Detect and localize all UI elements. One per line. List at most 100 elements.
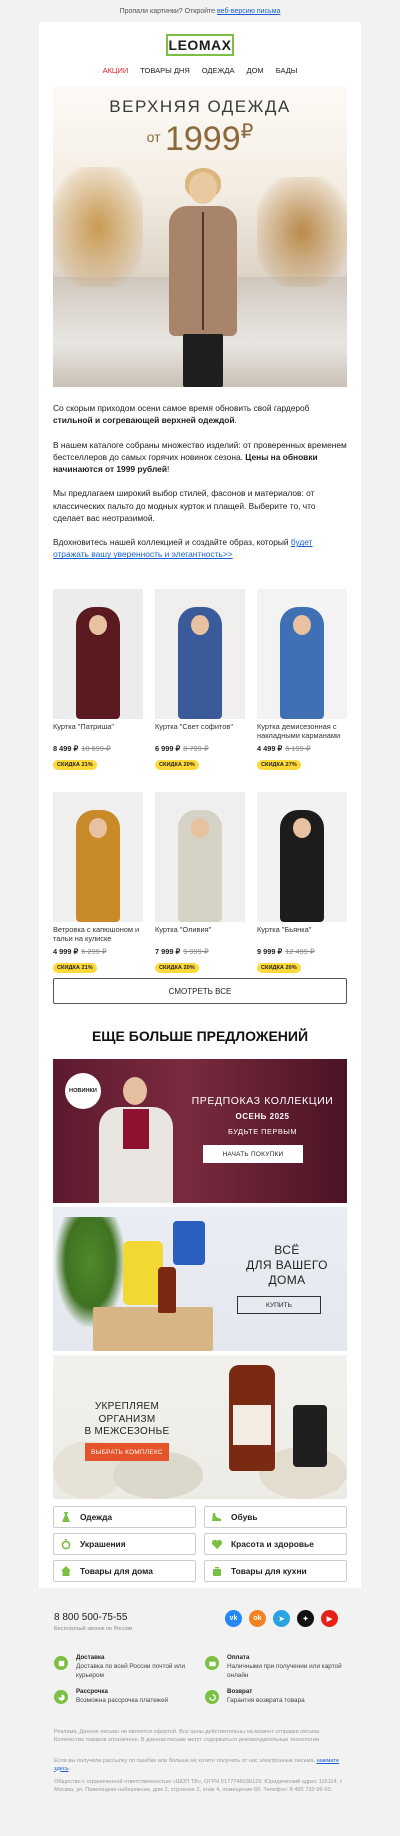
product-price: 9 999 ₽ [257,947,283,956]
product-prices: 4 499 ₽6 199 ₽ [257,744,347,753]
product-old-price: 6 199 ₽ [285,744,311,753]
show-all-button[interactable]: СМОТРЕТЬ ВСЕ [53,978,347,1004]
category-clothing[interactable]: Одежда [53,1506,196,1528]
hero-title: ВЕРХНЯЯ ОДЕЖДА [109,97,291,116]
phone-number[interactable]: 8 800 500-75-55 [54,1612,127,1623]
telegram-icon[interactable]: ➤ [273,1610,290,1627]
heart-icon [211,1539,223,1549]
category-beauty-health[interactable]: Красота и здоровье [204,1533,347,1555]
product-name[interactable]: Куртка "Бьянка" [257,925,347,945]
discount-badge: СКИДКА 20% [155,963,199,973]
collection-preview-banner[interactable]: НОВИНКИ ПРЕДПОКАЗ КОЛЛЕКЦИИ ОСЕНЬ 2025 Б… [53,1059,347,1203]
category-grid: Одежда Обувь Украшения Красота и здоровь… [53,1506,347,1582]
start-shopping-button[interactable]: НАЧАТЬ ПОКУПКИ [203,1145,303,1163]
choose-complex-button[interactable]: ВЫБРАТЬ КОМПЛЕКС [85,1443,169,1461]
discount-badge: СКИДКА 21% [53,760,97,770]
buy-button[interactable]: КУПИТЬ [237,1296,321,1314]
bottle-image [158,1267,176,1313]
discount-badge: СКИДКА 20% [257,963,301,973]
return-icon [205,1690,219,1704]
odnoklassniki-icon[interactable]: ok [249,1610,266,1627]
category-home-goods[interactable]: Товары для дома [53,1560,196,1582]
menu-item-supplements[interactable]: БАДЫ [276,66,298,75]
category-jewelry[interactable]: Украшения [53,1533,196,1555]
product-image[interactable] [257,792,347,922]
product-card[interactable]: Куртка "Оливия" 7 999 ₽9 999 ₽ СКИДКА 20… [155,792,245,974]
menu-item-clothing[interactable]: ОДЕЖДА [202,66,235,75]
intro-text: Со скорым приходом осени самое время обн… [53,402,349,573]
leomax-logo[interactable]: LEOMAX [166,34,234,56]
company-info: Общество с ограниченной ответственностью… [54,1779,343,1793]
service-info: Доставка Доставка по всей России почтой и… [54,1654,348,1706]
info-payment: Оплата Наличными при получении или картой… [205,1654,348,1680]
product-card[interactable]: Куртка "Бьянка" 9 999 ₽12 499 ₽ СКИДКА 2… [257,792,347,974]
detergent-pack-image [123,1241,163,1305]
product-prices: 7 999 ₽9 999 ₽ [155,947,245,956]
hero-banner[interactable]: ВЕРХНЯЯ ОДЕЖДА от 1999₽ [53,87,347,387]
hero-model-image [163,168,243,387]
product-figure [76,810,120,922]
product-figure [280,607,324,719]
product-card[interactable]: Куртка демисезонная с накладными кармана… [257,589,347,771]
discount-badge: СКИДКА 21% [53,963,97,973]
web-version-link[interactable]: веб-версию письма [217,8,280,15]
product-name[interactable]: Куртка "Оливия" [155,925,245,945]
new-arrivals-sticker: НОВИНКИ [65,1073,101,1109]
product-card[interactable]: Ветровка с капюшоном и тальи на кулиске … [53,792,143,974]
product-name[interactable]: Куртка демисезонная с накладными кармана… [257,722,347,742]
hero-price-value: 1999 [164,120,241,158]
footer: 8 800 500-75-55 Бесплатный звонок по Рос… [39,1588,361,1836]
product-name[interactable]: Куртка "Свет софитов" [155,722,245,742]
product-name[interactable]: Ветровка с капюшоном и тальи на кулиске [53,925,143,945]
shoe-icon [212,1513,221,1521]
product-card[interactable]: Куртка "Патриша" 8 499 ₽10 699 ₽ СКИДКА … [53,589,143,771]
youtube-icon[interactable]: ▶ [321,1610,338,1627]
product-price: 7 999 ₽ [155,947,181,956]
email-card: LEOMAX АКЦИИ ТОВАРЫ ДНЯ ОДЕЖДА ДОМ БАДЫ … [39,22,361,1640]
phone-note: Бесплатный звонок по России [54,1626,133,1632]
category-kitchen[interactable]: Товары для кухни [204,1560,347,1582]
product-figure [178,607,222,719]
home-goods-banner[interactable]: ВСЁ ДЛЯ ВАШЕГО ДОМА КУПИТЬ [53,1207,347,1351]
menu-item-home[interactable]: ДОМ [247,66,264,75]
hero-price-from: от [146,129,161,145]
category-shoes[interactable]: Обувь [204,1506,347,1528]
web-version-note: Пропали картинки? Откройте веб-версию пи… [0,0,400,22]
intro-paragraph-3: Мы предлагаем широкий выбор стилей, фасо… [53,488,316,523]
box-icon [54,1656,68,1670]
menu-item-deals[interactable]: ТОВАРЫ ДНЯ [140,66,189,75]
product-image[interactable] [53,589,143,719]
vk-icon[interactable]: vk [225,1610,242,1627]
banner2-title: ВСЁ ДЛЯ ВАШЕГО ДОМА [246,1243,328,1287]
unsubscribe-note: Если вы получили рассылку по ошибке или … [54,1758,340,1772]
stool-image [93,1307,213,1351]
detergent-jar-image [173,1221,205,1265]
intro-paragraph-2: В нашем каталоге собраны множество издел… [53,439,347,474]
product-prices: 9 999 ₽12 499 ₽ [257,947,347,956]
hero-price-currency: ₽ [240,121,254,143]
product-image[interactable] [155,792,245,922]
product-card[interactable]: Куртка "Свет софитов" 6 999 ₽8 799 ₽ СКИ… [155,589,245,771]
info-return: Возврат Гарантия возврата товара [205,1688,348,1706]
product-prices: 6 999 ₽8 799 ₽ [155,744,245,753]
product-prices: 4 999 ₽6 299 ₽ [53,947,143,956]
product-old-price: 10 699 ₽ [81,744,111,753]
product-figure [280,810,324,922]
menu-item-promos[interactable]: АКЦИИ [103,66,129,75]
product-price: 4 499 ₽ [257,744,283,753]
banner-model-image [93,1071,179,1203]
product-image[interactable] [257,589,347,719]
pot-icon [213,1567,221,1576]
supplements-banner[interactable]: УКРЕПЛЯЕМ ОРГАНИЗМ В МЕЖСЕЗОНЬЕ ВЫБРАТЬ КО… [53,1355,347,1499]
product-figure [178,810,222,922]
product-old-price: 12 499 ₽ [285,947,315,956]
info-delivery: Доставка Доставка по всей России почтой и… [54,1654,197,1680]
product-name[interactable]: Куртка "Патриша" [53,722,143,742]
product-old-price: 9 999 ₽ [183,947,209,956]
hero-tree-left [53,167,143,287]
product-image[interactable] [155,589,245,719]
product-row-1: Куртка "Патриша" 8 499 ₽10 699 ₽ СКИДКА … [53,589,347,771]
dzen-icon[interactable]: ✦ [297,1610,314,1627]
banner3-title: УКРЕПЛЯЕМ ОРГАНИЗМ В МЕЖСЕЗОНЬЕ [84,1401,170,1437]
product-image[interactable] [53,792,143,922]
